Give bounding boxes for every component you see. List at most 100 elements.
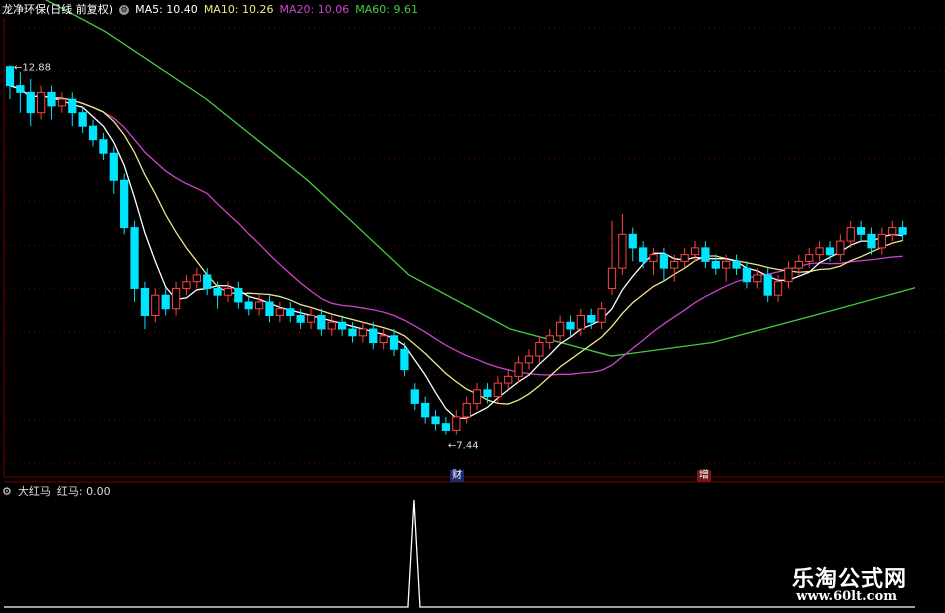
candle-body [421, 402, 430, 418]
candle-body [99, 139, 108, 154]
candle-body [825, 247, 835, 256]
candle-body [389, 335, 399, 350]
candle-body [140, 287, 150, 316]
chart-canvas: ←12.88 ←7.44 [3, 0, 945, 608]
candle-body [358, 328, 368, 337]
indicator-value: 红马: 0.00 [56, 485, 111, 498]
candle-body [400, 348, 409, 371]
settings-icon[interactable]: ⚙ [119, 5, 130, 15]
ma10-line [9, 84, 903, 405]
low-annotation: ←7.44 [448, 440, 479, 451]
candle-body [555, 321, 565, 337]
candle-body [182, 281, 191, 289]
candle-body [888, 227, 897, 235]
candle-body [109, 152, 118, 181]
candle-body [88, 125, 98, 141]
candle-body [5, 66, 15, 87]
candle-body [535, 342, 544, 357]
candle-body [338, 321, 347, 330]
candle-body [722, 260, 731, 269]
candle-body [639, 247, 648, 262]
candle-body [161, 294, 170, 310]
candle-body [37, 91, 46, 114]
candle-body [265, 301, 274, 316]
candle-body [628, 233, 637, 249]
candle-body [275, 308, 284, 316]
candle-body [68, 98, 77, 114]
candle-body [78, 112, 87, 127]
watermark-url: www.60lt.com [796, 589, 897, 604]
ma60-label: MA60: 9.61 [355, 3, 418, 16]
indicator-settings-icon[interactable]: ⚙ [2, 485, 12, 499]
candle-body [493, 382, 502, 398]
candle-body [732, 260, 741, 269]
candle-body [192, 274, 201, 283]
candle-body [504, 375, 513, 384]
candle-body [742, 267, 752, 283]
indicator-line [4, 499, 915, 608]
candle-body [306, 314, 316, 323]
candle-body [16, 85, 25, 93]
event-marker-zeng[interactable]: 增 [697, 470, 711, 482]
candle-body [254, 301, 264, 310]
candle-body [836, 240, 845, 256]
candle-body [483, 389, 492, 398]
candle-body [151, 294, 160, 316]
kline-chart[interactable]: ←12.88 ←7.44 龙净环保(日线 前复权) ⚙ MA5: 10.40 MA… [0, 0, 945, 609]
candle-body [784, 267, 793, 283]
event-marker-cai[interactable]: 财 [450, 470, 464, 482]
candle-body [286, 308, 295, 316]
candle-body [867, 233, 876, 249]
candle-body [701, 247, 710, 262]
ma5-label: MA5: 10.40 [135, 3, 198, 16]
candle-body [773, 281, 783, 296]
candle-body [203, 274, 212, 289]
candle-body [659, 254, 669, 269]
candle-body [690, 247, 700, 256]
candle-body [856, 227, 866, 235]
candle-body [670, 260, 679, 269]
chart-header: 龙净环保(日线 前复权) ⚙ MA5: 10.40 MA10: 10.26 MA… [2, 3, 418, 17]
candle-body [244, 301, 253, 310]
candle-body [898, 227, 907, 235]
candle-body [348, 328, 357, 337]
candle-body [815, 247, 824, 256]
candle-body [410, 389, 419, 404]
candle-body [877, 233, 886, 249]
candle-body [317, 314, 326, 330]
indicator-title[interactable]: 大红马 [18, 485, 51, 499]
candle-body [223, 287, 233, 296]
ma10-label: MA10: 10.26 [203, 3, 274, 16]
candle-body [607, 267, 617, 289]
candle-body [805, 254, 814, 262]
candle-body [47, 91, 56, 107]
candle-body [296, 314, 305, 323]
candle-body [566, 321, 575, 330]
ma20-label: MA20: 10.06 [279, 3, 350, 16]
candle-body [545, 335, 554, 344]
candle-body [649, 254, 658, 262]
high-annotation: ←12.88 [14, 63, 51, 74]
ma60-line [44, 0, 916, 357]
candle-body [57, 98, 67, 107]
candle-body [120, 179, 129, 229]
candle-body [846, 227, 855, 242]
candle-body [680, 254, 689, 262]
candle-body [514, 362, 523, 377]
candle-body [597, 308, 606, 323]
candle-body [441, 423, 451, 431]
candle-body [26, 91, 35, 114]
candle-body [462, 402, 471, 418]
candle-body [369, 328, 378, 344]
candle-body [213, 287, 222, 296]
candle-body [711, 260, 720, 269]
candle-body [234, 287, 243, 303]
candle-body [618, 233, 627, 269]
ma5-line [9, 84, 903, 419]
indicator-header: ⚙ 大红马 红马: 0.00 [2, 485, 111, 499]
candle-body [130, 227, 139, 289]
candle-body [379, 335, 388, 344]
stock-title[interactable]: 龙净环保(日线 前复权) [2, 3, 113, 17]
candle-body [576, 314, 585, 330]
candle-body [472, 389, 482, 404]
